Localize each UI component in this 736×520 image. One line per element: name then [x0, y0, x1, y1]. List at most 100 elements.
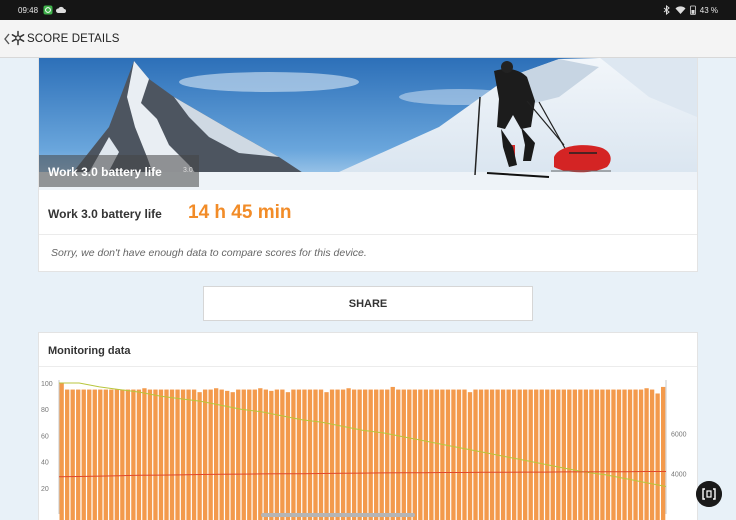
hero-caption: Work 3.0 battery life 3.0	[39, 155, 199, 187]
chart-bar	[539, 389, 544, 520]
chart-bar	[462, 389, 467, 520]
score-label: Work 3.0 battery life	[48, 207, 162, 221]
chart-bar	[169, 389, 175, 520]
chart-bar	[660, 386, 666, 520]
chart-bar	[191, 389, 197, 520]
chart-bar	[329, 389, 335, 520]
chart-bar	[583, 389, 589, 520]
chart-bar	[511, 389, 517, 520]
chart-bar	[125, 389, 131, 520]
chart-bar	[335, 389, 340, 520]
chart-bar	[175, 389, 180, 520]
chart-bar	[263, 389, 268, 520]
chart-bar	[390, 386, 395, 520]
chart-bar	[76, 389, 81, 520]
chart-bar	[561, 389, 566, 520]
chart-bar	[379, 389, 384, 520]
chart-bar	[523, 389, 528, 520]
chart-bar	[467, 392, 473, 520]
right-axis-tick: 4000	[671, 472, 687, 479]
chart-bar	[616, 389, 622, 520]
chart-bar	[103, 389, 108, 520]
screenshot-capture-icon[interactable]	[696, 481, 722, 507]
chart-bar	[296, 389, 302, 520]
share-button[interactable]: SHARE	[203, 286, 533, 321]
app-bar: SCORE DETAILS	[0, 20, 736, 58]
chart-bar	[252, 389, 257, 520]
chart-bar	[142, 388, 147, 520]
chart-bar	[412, 389, 417, 520]
chart-bar	[478, 389, 484, 520]
chart-bar	[70, 389, 75, 520]
chart-bar	[401, 389, 406, 520]
scroll-content[interactable]: Work 3.0 battery life 3.0 Work 3.0 batte…	[0, 58, 736, 520]
chart-bar	[368, 389, 373, 520]
chart-bar	[589, 389, 594, 520]
chart-bar	[214, 388, 219, 520]
chart-bar	[197, 392, 202, 520]
chart-bar	[202, 389, 208, 520]
chart-bar	[605, 389, 611, 520]
chart-bar	[500, 389, 506, 520]
chart-bar	[396, 389, 401, 520]
chart-bar	[484, 389, 489, 520]
status-time: 09:48	[18, 6, 39, 15]
right-axis-tick: 6000	[671, 431, 687, 438]
hero-caption-version: 3.0	[183, 167, 193, 174]
battery-icon	[689, 5, 696, 15]
gesture-nav-bar[interactable]	[261, 513, 415, 517]
chart-bar	[131, 389, 136, 520]
chart-bar	[374, 389, 379, 520]
chart-bar	[324, 392, 329, 520]
chart-bar	[274, 389, 280, 520]
score-value: 14 h 45 min	[188, 202, 292, 223]
left-axis-tick: 60	[41, 433, 49, 440]
chart-bar	[186, 389, 191, 520]
chart-bar	[225, 390, 230, 520]
chart-bar	[219, 389, 224, 520]
chart-bar	[445, 389, 451, 520]
chart-bar	[59, 383, 64, 520]
chart-bar	[81, 389, 86, 520]
page-title: SCORE DETAILS	[27, 33, 120, 45]
chart-bar	[318, 389, 324, 520]
chart-bar	[98, 389, 103, 520]
chart-bar	[451, 389, 456, 520]
chart-bar	[363, 389, 368, 520]
chart-bar	[528, 389, 533, 520]
left-axis-tick: 40	[41, 460, 49, 467]
chart-bar	[280, 389, 285, 520]
chart-bar	[578, 389, 583, 520]
chart-bar	[346, 388, 351, 520]
chart-bar	[567, 389, 572, 520]
chart-bar	[594, 389, 600, 520]
chart-bar	[638, 389, 644, 520]
chart-bar	[109, 389, 114, 520]
divider	[39, 366, 697, 367]
chart-bar	[291, 389, 296, 520]
chart-bar	[434, 389, 440, 520]
battery-percentage: 43 %	[699, 5, 718, 15]
left-axis-tick: 20	[41, 486, 49, 493]
chart-bar	[313, 389, 318, 520]
chart-bar	[517, 389, 522, 520]
chart-bar	[611, 389, 616, 520]
chart-bar	[473, 389, 478, 520]
chart-bar	[534, 389, 539, 520]
chart-bar	[180, 389, 186, 520]
score-card: Work 3.0 battery life 3.0 Work 3.0 batte…	[38, 58, 698, 272]
chart-bar	[92, 389, 97, 520]
wifi-icon	[675, 6, 686, 14]
chart-bar	[627, 389, 633, 520]
cloud-notification-icon	[56, 6, 66, 13]
compare-message: Sorry, we don't have enough data to comp…	[51, 247, 367, 259]
chart-bar	[572, 389, 578, 520]
left-axis-tick: 80	[41, 407, 49, 414]
chart-bar	[644, 388, 649, 520]
monitoring-chart: 20 40 60 80 100 4000 6000	[41, 380, 687, 520]
chart-bar	[136, 389, 142, 520]
chart-bar	[545, 389, 550, 520]
monitoring-title: Monitoring data	[48, 345, 131, 357]
monitoring-card: Monitoring data 20 40 60 80 100 4000 6000	[38, 332, 698, 520]
chart-bar	[158, 389, 164, 520]
